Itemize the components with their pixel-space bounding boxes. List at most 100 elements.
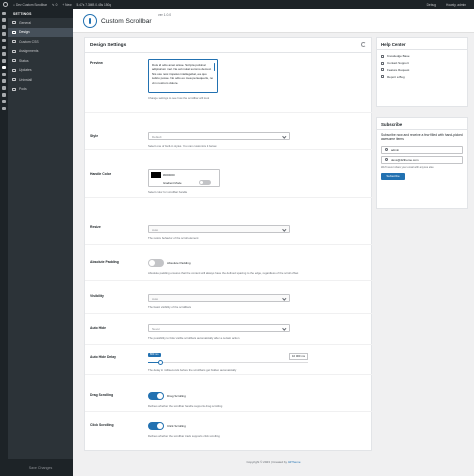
color-picker[interactable]: #000000 Gradient Mode (148, 169, 220, 187)
sidebar-item-updates[interactable]: Updates (8, 66, 73, 76)
pods-icon (12, 87, 16, 91)
gradient-mode-toggle[interactable] (199, 180, 211, 185)
color-swatch[interactable] (151, 171, 161, 178)
auto-hide-delay-slider[interactable]: 800 ms 10 000 ms (148, 353, 308, 366)
users-icon[interactable] (2, 72, 6, 77)
pages-icon[interactable] (2, 31, 6, 36)
dashboard-icon[interactable] (2, 11, 6, 16)
subscribe-button[interactable]: Subscribe (381, 172, 405, 180)
media-icon[interactable] (2, 25, 6, 29)
auto-hide-label: Auto Hide (90, 326, 107, 330)
preview-help: Change settings to see how the scrollbar… (148, 96, 210, 100)
debug-link[interactable]: Debug (427, 3, 436, 7)
support-icon (381, 61, 384, 65)
click-scrolling-toggle-label: Click Scrolling (167, 424, 186, 428)
click-scrolling-toggle[interactable] (148, 422, 164, 430)
custom-fields-icon[interactable] (2, 92, 6, 97)
name-value: admin (391, 147, 400, 152)
contact-support-link[interactable]: Contact Support (377, 60, 467, 67)
preview-row: Preview Duis id odio amet wisse. Scripta… (85, 53, 373, 113)
absolute-padding-toggle[interactable] (148, 259, 164, 267)
pods-icon[interactable] (2, 45, 6, 50)
sidebar-heading: SETTINGS (8, 9, 73, 18)
comments-link[interactable]: ✎ 0 (52, 3, 57, 7)
bug-icon (381, 75, 384, 79)
sidebar-item-custom-css[interactable]: Custom CSS (8, 37, 73, 47)
updates-icon (12, 68, 16, 72)
wordpress-logo-icon[interactable] (3, 2, 8, 7)
sidebar-item-uninstall[interactable]: Uninstall (8, 75, 73, 85)
security-icon[interactable] (2, 99, 6, 104)
drag-scrolling-help: Defines whether the scrollbar handle sup… (148, 404, 223, 408)
posts-icon[interactable] (2, 18, 6, 22)
preview-scrollbar-handle[interactable] (213, 63, 215, 71)
help-center-title: Help Center (377, 38, 467, 50)
author-link[interactable]: 42Theme (288, 460, 301, 464)
auto-hide-delay-row: Auto Hide Delay 800 ms 10 000 ms The del… (85, 349, 373, 375)
sidebar-item-design[interactable]: Design (8, 27, 73, 37)
scrollbar-logo-icon (83, 14, 97, 28)
absolute-padding-toggle-label: Absolute Padding (167, 261, 191, 265)
color-hex-value[interactable]: #000000 (163, 173, 175, 177)
drag-scrolling-label: Drag Scrolling (90, 393, 114, 397)
sidebar-item-pods[interactable]: Pods (8, 85, 73, 95)
auto-hide-help: The possibility to hide visible scrollba… (148, 336, 240, 340)
resize-label: Resize (90, 225, 101, 229)
auto-hide-select[interactable]: Never (148, 324, 290, 332)
visibility-select[interactable]: Auto (148, 294, 290, 302)
settings-icon[interactable] (2, 86, 6, 90)
email-field[interactable]: devs@42theme.com (381, 155, 463, 164)
code-icon (12, 40, 16, 44)
appearance-icon[interactable] (2, 52, 6, 56)
sidebar-item-label: General (19, 20, 32, 25)
comments-icon[interactable] (2, 38, 6, 43)
new-content-link[interactable]: + New (62, 3, 71, 7)
collapse-menu-icon[interactable] (2, 106, 6, 111)
sidebar-item-label: Uninstall (19, 77, 33, 82)
plugins-icon[interactable] (2, 59, 6, 63)
sidebar-item-label: Assignments (19, 49, 39, 54)
version-label: ver 1.0.0 (158, 13, 172, 17)
feature-request-link[interactable]: Feature Request (377, 67, 467, 74)
absolute-padding-row: Absolute Padding Absolute Padding Absolu… (85, 253, 373, 281)
handle-color-row: Handle Color #000000 Gradient Mode Selec… (85, 166, 373, 198)
book-icon (381, 54, 384, 58)
drag-scrolling-toggle[interactable] (148, 392, 164, 400)
status-icon (12, 59, 16, 63)
slider-max-input[interactable]: 10 000 ms (288, 353, 308, 360)
knowledge-base-link[interactable]: Knowledge Base (377, 53, 467, 60)
click-scrolling-label: Click Scrolling (90, 423, 114, 427)
drag-scrolling-toggle-label: Drag Scrolling (167, 394, 186, 398)
save-changes-button[interactable]: Save Changes (8, 459, 73, 476)
report-bug-link[interactable]: Report a Bug (377, 73, 467, 80)
sidebar-item-status[interactable]: Status (8, 56, 73, 66)
style-select[interactable]: Default (148, 132, 290, 140)
link-label: Contact Support (387, 61, 409, 66)
user-icon (385, 148, 388, 152)
main-content: Custom Scrollbar ver 1.0.0 Design Settin… (73, 9, 474, 476)
sidebar-item-label: Design (19, 30, 30, 35)
resize-row: Resize Auto The resize behavior of the s… (85, 223, 373, 245)
resize-select[interactable]: Auto (148, 225, 290, 233)
site-name-label: Dev Custom Scrollbar (15, 2, 47, 7)
sidebar-item-assignments[interactable]: Assignments (8, 47, 73, 57)
tools-icon[interactable] (2, 79, 6, 83)
slider-track[interactable] (148, 362, 308, 363)
scrollbar-plugin-icon[interactable] (2, 65, 6, 70)
resize-help: The resize behavior of the scroll elemen… (148, 236, 199, 240)
absolute-padding-label: Absolute Padding (90, 260, 119, 264)
query-monitor-stats[interactable]: 5.47s 7.3MB 0.45s 150q (77, 3, 112, 7)
scrollbar-preview-box[interactable]: Duis id odio amet wisse. Scripta pulvina… (148, 59, 218, 93)
site-name-link[interactable]: ⌂ Dev Custom Scrollbar (13, 3, 47, 7)
privacy-note: We'll never share your email with anyone… (381, 165, 434, 169)
subscribe-title: Subscribe (377, 118, 467, 130)
reset-icon[interactable] (361, 42, 366, 47)
user-account-link[interactable]: Howdy, admin (446, 3, 466, 7)
sidebar-item-general[interactable]: General (8, 18, 73, 28)
email-value: devs@42theme.com (391, 157, 419, 162)
name-field[interactable]: admin (381, 145, 463, 154)
slider-thumb[interactable] (158, 359, 164, 365)
auto-hide-delay-label: Auto Hide Delay (90, 355, 116, 359)
link-label: Feature Request (387, 67, 410, 72)
copyright-text: Copyright © 2023 | Created by (246, 460, 287, 464)
